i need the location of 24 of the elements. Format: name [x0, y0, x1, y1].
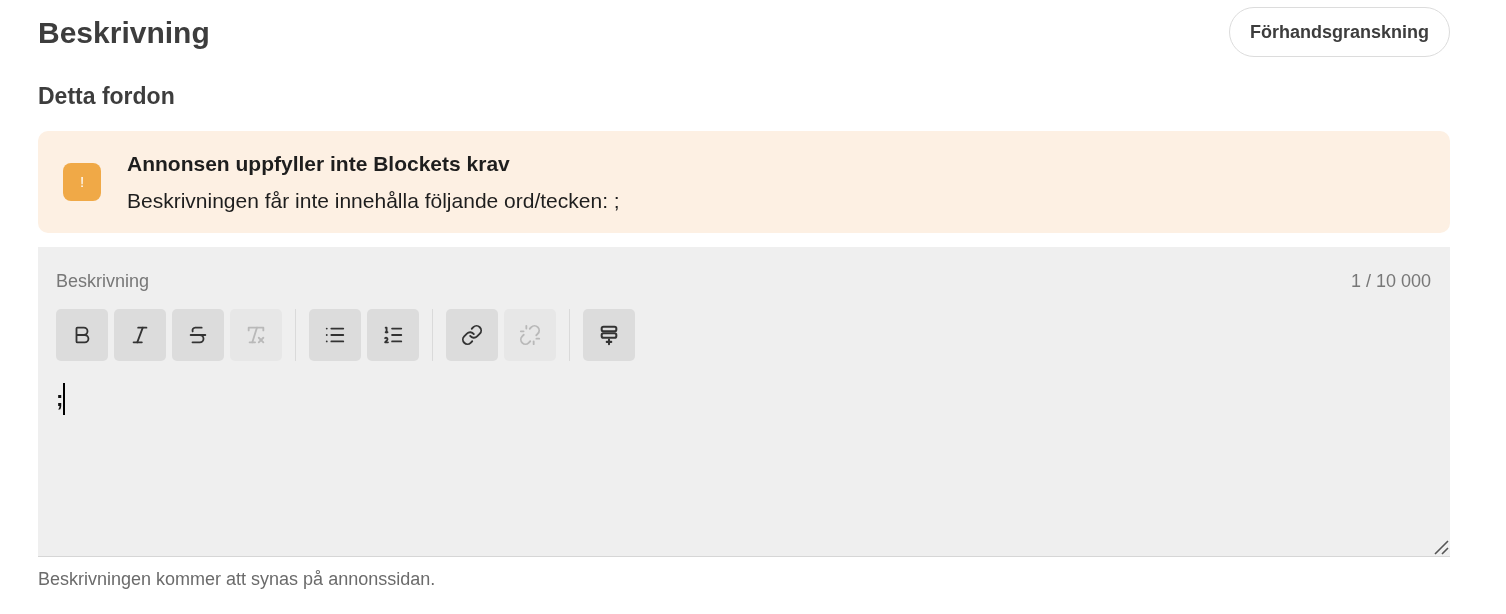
toolbar-button[interactable] [367, 309, 419, 361]
field-label: Beskrivning [56, 270, 150, 293]
toolbar-button[interactable] [309, 309, 361, 361]
numbered-list-icon [382, 324, 404, 346]
warning-icon: ! [63, 163, 101, 201]
preview-button[interactable]: Förhandsgranskning [1229, 7, 1450, 57]
toolbar-button[interactable] [446, 309, 498, 361]
toolbar-button[interactable] [56, 309, 108, 361]
editor-text: ; [56, 385, 64, 413]
unlink-icon [519, 324, 541, 346]
link-icon [461, 324, 483, 346]
clear-format-icon [245, 324, 267, 346]
toolbar-button[interactable] [172, 309, 224, 361]
resize-handle-icon[interactable] [1433, 539, 1449, 555]
toolbar-button[interactable] [583, 309, 635, 361]
page-title: Beskrivning [38, 14, 210, 51]
alert-message: Beskrivningen får inte innehålla följande ord/tecken: ; [127, 188, 620, 214]
helper-text: Beskrivningen kommer att synas på annonssidan. [38, 568, 437, 591]
insert-break-icon [598, 324, 620, 346]
strikethrough-icon [187, 324, 209, 346]
section-title: Detta fordon [38, 82, 176, 111]
alert-title: Annonsen uppfyller inte Blockets krav [127, 150, 511, 177]
description-editor[interactable]: Beskrivning 1 / 10 000 ; [38, 247, 1450, 557]
character-counter: 1 / 10 000 [1350, 270, 1431, 293]
